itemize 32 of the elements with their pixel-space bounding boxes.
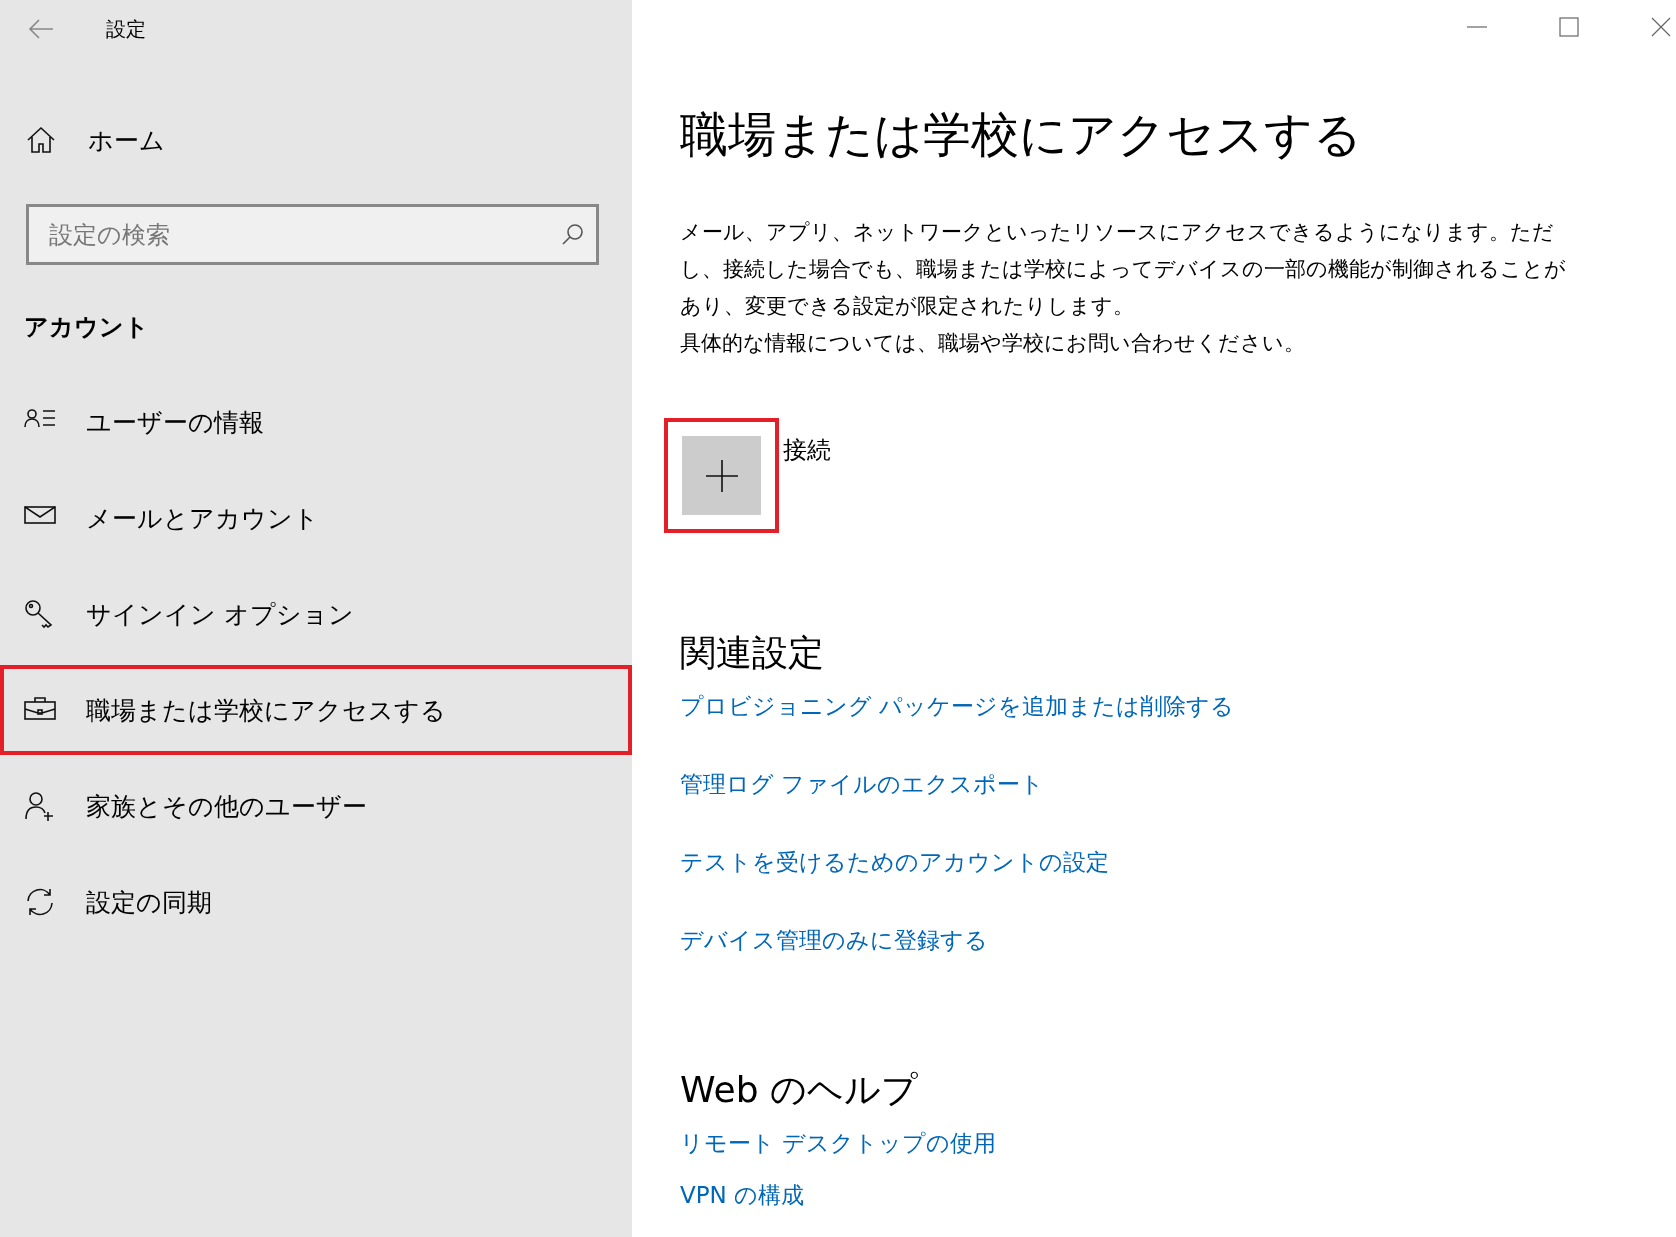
nav-item[interactable]: 職場または学校にアクセスする <box>0 665 632 755</box>
add-button[interactable] <box>682 436 761 515</box>
settings-link[interactable]: VPN の構成 <box>680 1177 805 1213</box>
search-field[interactable]: 設定の検索 <box>26 204 599 265</box>
sync-icon <box>24 887 56 917</box>
home-icon <box>26 125 56 155</box>
nav-item[interactable]: ユーザーの情報 <box>0 377 632 467</box>
nav-item[interactable]: 設定の同期 <box>0 857 632 947</box>
window-title: 設定 <box>106 15 146 43</box>
nav-item[interactable]: サインイン オプション <box>0 569 632 659</box>
section-heading: Web のヘルプ <box>680 1068 918 1112</box>
settings-link[interactable]: プロビジョニング パッケージを追加または削除する <box>680 688 1235 724</box>
settings-link[interactable]: テストを受けるためのアカウントの設定 <box>680 844 1109 880</box>
settings-link[interactable]: デバイス管理のみに登録する <box>680 922 988 958</box>
nav-item[interactable]: メールとアカウント <box>0 473 632 563</box>
section-heading: 関連設定 <box>680 631 824 675</box>
close-icon <box>1650 16 1672 38</box>
description-text: メール、アプリ、ネットワークといったリソースにアクセスできるようになります。ただし、接続した場合でも、職場または学校によってデバイスの一部の機能が制御されることがあり、変更できる設定が限定されたりします。 <box>680 219 1567 320</box>
person-add-icon <box>24 791 56 821</box>
description-text: 具体的な情報については、職場や学校にお問い合わせください。 <box>680 330 1306 357</box>
settings-link[interactable]: 管理ログ ファイルのエクスポート <box>680 766 1045 802</box>
section-heading: アカウント <box>23 312 150 343</box>
settings-link[interactable]: リモート デスクトップの使用 <box>680 1125 997 1161</box>
home-nav-item[interactable]: ホーム <box>0 100 632 180</box>
back-arrow-icon <box>28 19 54 39</box>
maximize-icon <box>1558 16 1580 38</box>
nav-item[interactable]: 家族とその他のユーザー <box>0 761 632 851</box>
page-title: 職場または学校にアクセスする <box>680 105 1363 164</box>
plus-icon <box>704 458 739 493</box>
minimize-icon <box>1466 26 1488 28</box>
connect-label: 接続 <box>783 435 831 466</box>
search-icon <box>561 222 585 246</box>
